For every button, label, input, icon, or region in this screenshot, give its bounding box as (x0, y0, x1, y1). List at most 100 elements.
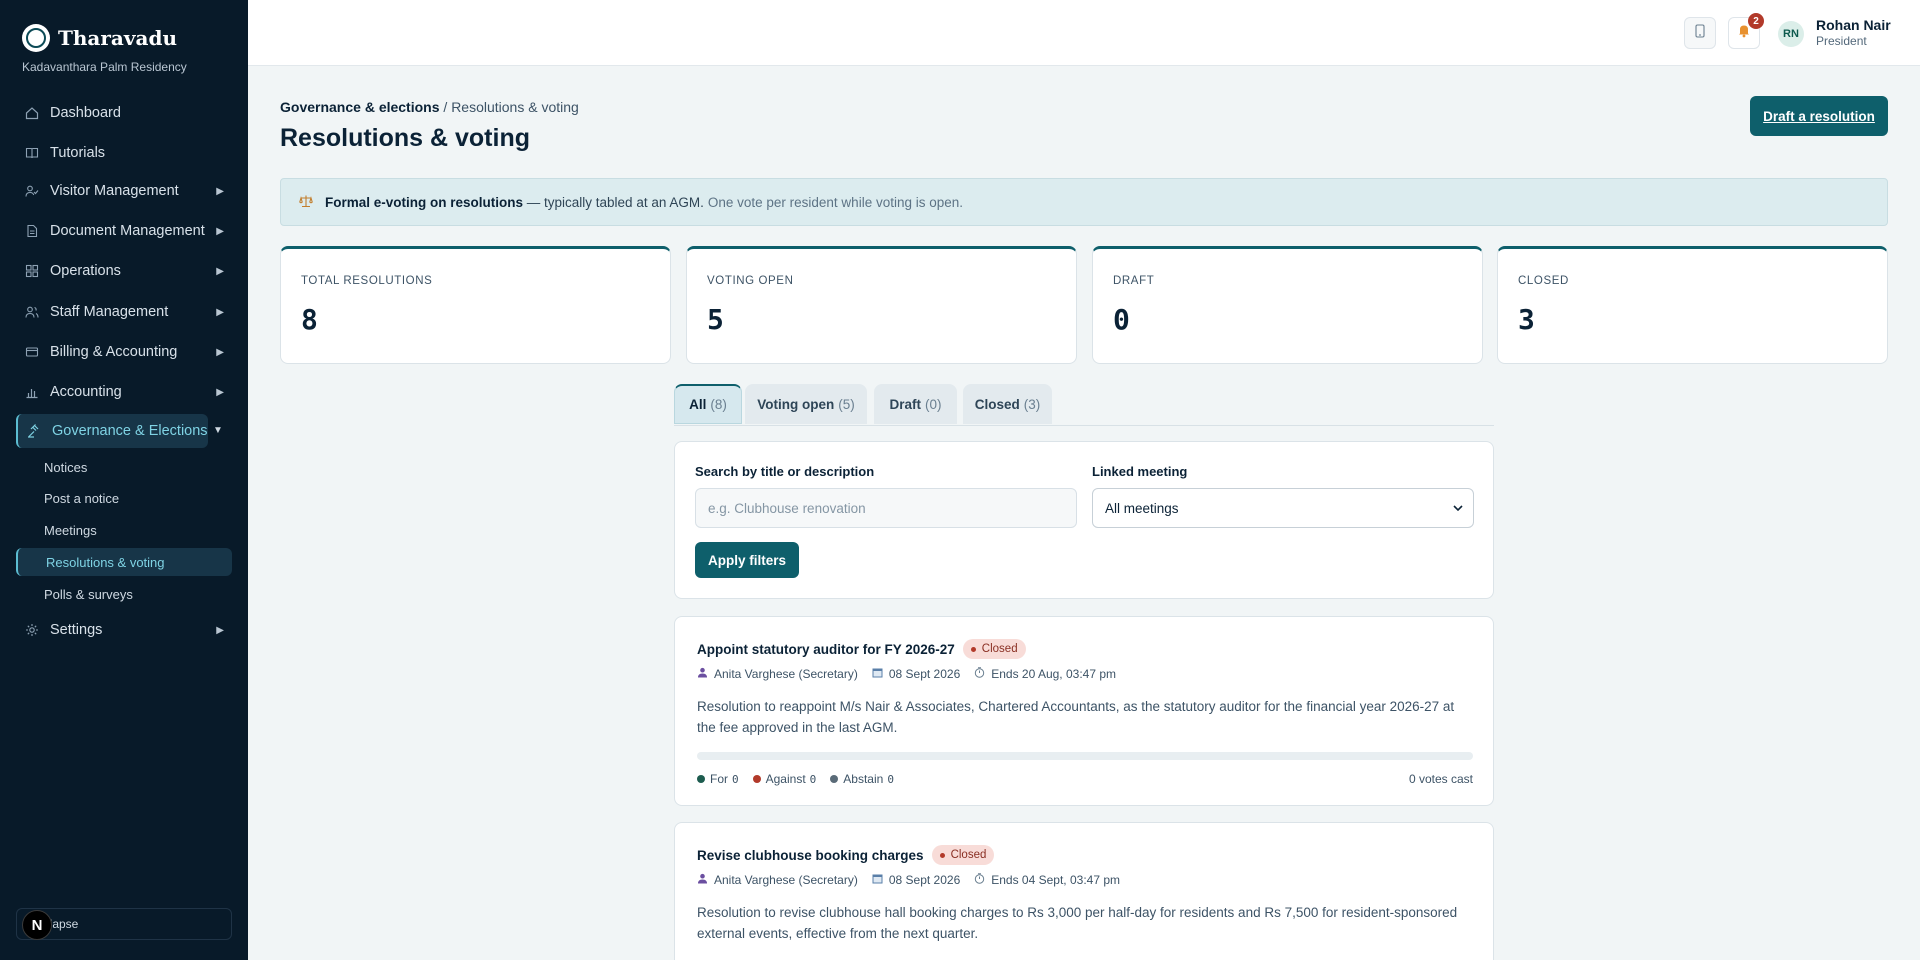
resolution-card[interactable]: Appoint statutory auditor for FY 2026-27… (674, 616, 1494, 806)
user-name[interactable]: Rohan Nair (1816, 17, 1891, 33)
resolution-title-text: Appoint statutory auditor for FY 2026-27 (697, 641, 955, 657)
resolution-date: 08 Sept 2026 (888, 667, 961, 681)
avatar[interactable]: RN (1778, 21, 1804, 47)
sidebar-item-label: Operations (50, 263, 121, 279)
votes-cast: 0 votes cast (1408, 772, 1473, 786)
tab-count: (3) (1023, 396, 1041, 412)
tab-count: (5) (838, 396, 855, 412)
search-input[interactable] (695, 488, 1077, 528)
sidebar-item-label: Tutorials (50, 145, 106, 161)
resolution-card[interactable]: Revise clubhouse booking charges Closed … (674, 822, 1494, 960)
status-text: Closed (950, 849, 987, 861)
breadcrumb-parent[interactable]: Governance & elections (280, 99, 440, 115)
meeting-select[interactable]: All meetings (1092, 488, 1474, 528)
vote-progress-bar (697, 752, 1473, 760)
tab-label: Draft (889, 396, 921, 412)
resolution-meta: Anita Varghese (Secretary) 08 Sept 2026 … (697, 873, 1134, 887)
sidebar-item-settings[interactable]: Settings ▶ (16, 613, 232, 647)
user-icon (697, 667, 708, 681)
tab-draft[interactable]: Draft (0) (874, 384, 957, 424)
caret-right-icon: ▶ (216, 386, 224, 398)
resolution-title[interactable]: Revise clubhouse booking charges Closed (697, 845, 995, 865)
tab-all[interactable]: All (8) (674, 384, 742, 424)
abstain-label: Abstain (843, 772, 884, 786)
tab-label: Voting open (757, 396, 835, 412)
stat-value: 3 (1518, 303, 1535, 336)
notifications-button[interactable]: 2 (1728, 13, 1764, 49)
caret-right-icon: ▶ (216, 185, 224, 197)
nextjs-dev-badge[interactable]: N (22, 910, 52, 940)
calendar-icon (872, 667, 883, 681)
phone-button[interactable] (1684, 17, 1716, 49)
meeting-label: Linked meeting (1092, 464, 1188, 479)
against-label: Against (765, 772, 806, 786)
filter-card: Search by title or description Linked me… (674, 441, 1494, 599)
sidebar-subitem-post-notice[interactable]: Post a notice (16, 484, 232, 512)
abstain-dot (830, 775, 839, 783)
page-title: Resolutions & voting (280, 124, 530, 152)
sidebar: Tharavadu Kadavanthara Palm Residency Da… (0, 0, 248, 960)
grid-icon (24, 263, 40, 279)
sidebar-subitem-polls-surveys[interactable]: Polls & surveys (16, 580, 232, 608)
against-dot (752, 775, 761, 783)
sidebar-item-label: Accounting (50, 384, 122, 400)
stat-card-closed: CLOSED 3 (1497, 246, 1888, 364)
resolution-title[interactable]: Appoint statutory auditor for FY 2026-27… (697, 639, 1026, 659)
caret-right-icon: ▶ (216, 306, 224, 318)
sidebar-item-accounting[interactable]: Accounting ▶ (16, 375, 232, 409)
banner-heading: Formal e-voting on resolutions (325, 194, 524, 210)
brand[interactable]: Tharavadu (22, 24, 177, 52)
subitem-label: Meetings (44, 522, 97, 538)
resolution-ends: Ends 04 Sept, 03:47 pm (991, 873, 1121, 887)
draft-resolution-button[interactable]: Draft a resolution (1750, 96, 1888, 136)
filter-tabs: All (8) Voting open (5) Draft (0) Closed (3) (674, 384, 1494, 426)
subitem-label: Notices (44, 459, 88, 475)
sidebar-item-governance-elections[interactable]: Governance & Elections (16, 414, 208, 448)
society-name: Kadavanthara Palm Residency (22, 60, 187, 74)
calendar-icon (872, 873, 883, 887)
vote-legend: For 0 Against 0 Abstain 0 (697, 772, 908, 786)
sidebar-item-visitor-management[interactable]: Visitor Management ▶ (16, 174, 232, 208)
phone-icon (1694, 23, 1706, 43)
stat-card-total: TOTAL RESOLUTIONS 8 (280, 246, 671, 364)
topbar: 2 RN Rohan Nair President (248, 0, 1920, 66)
subitem-label: Resolutions & voting (46, 554, 165, 570)
status-text: Closed (981, 643, 1018, 655)
stat-card-draft: DRAFT 0 (1092, 246, 1483, 364)
sidebar-item-tutorials[interactable]: Tutorials (16, 136, 232, 170)
sidebar-item-document-management[interactable]: Document Management ▶ (16, 214, 232, 248)
sidebar-subitem-notices[interactable]: Notices (16, 453, 232, 481)
stat-value: 0 (1113, 303, 1130, 336)
sidebar-item-billing-accounting[interactable]: Billing & Accounting ▶ (16, 335, 232, 369)
tab-closed[interactable]: Closed (3) (963, 384, 1052, 424)
user-icon (697, 873, 708, 887)
document-icon (24, 223, 40, 239)
sidebar-subitem-meetings[interactable]: Meetings (16, 516, 232, 544)
for-label: For (710, 772, 728, 786)
sidebar-item-staff-management[interactable]: Staff Management ▶ (16, 295, 232, 329)
book-icon (24, 145, 40, 161)
sidebar-item-dashboard[interactable]: Dashboard (16, 96, 232, 130)
stat-label: TOTAL RESOLUTIONS (301, 275, 433, 287)
sidebar-subitem-resolutions-voting[interactable]: Resolutions & voting (16, 548, 232, 576)
stat-value: 8 (301, 303, 318, 336)
sidebar-item-label: Visitor Management (50, 183, 179, 199)
caret-down-icon: ▼ (213, 425, 223, 436)
apply-filters-button[interactable]: Apply filters (695, 542, 799, 578)
sidebar-item-operations[interactable]: Operations ▶ (16, 254, 232, 288)
tab-label: All (689, 397, 707, 412)
caret-right-icon: ▶ (216, 225, 224, 237)
user-role: President (1816, 34, 1867, 48)
breadcrumb: Governance & elections / Resolutions & v… (280, 99, 579, 115)
tab-voting-open[interactable]: Voting open (5) (745, 384, 867, 424)
sidebar-item-label: Billing & Accounting (50, 344, 178, 360)
search-label: Search by title or description (695, 464, 875, 479)
visitor-icon (24, 183, 40, 199)
breadcrumb-current: Resolutions & voting (451, 99, 579, 115)
resolution-title-text: Revise clubhouse booking charges (697, 847, 924, 863)
resolution-description: Resolution to reappoint M/s Nair & Assoc… (697, 699, 1455, 735)
scales-icon (299, 194, 313, 211)
sidebar-item-label: Document Management (50, 223, 205, 239)
gear-icon (24, 622, 40, 638)
caret-right-icon: ▶ (216, 265, 224, 277)
